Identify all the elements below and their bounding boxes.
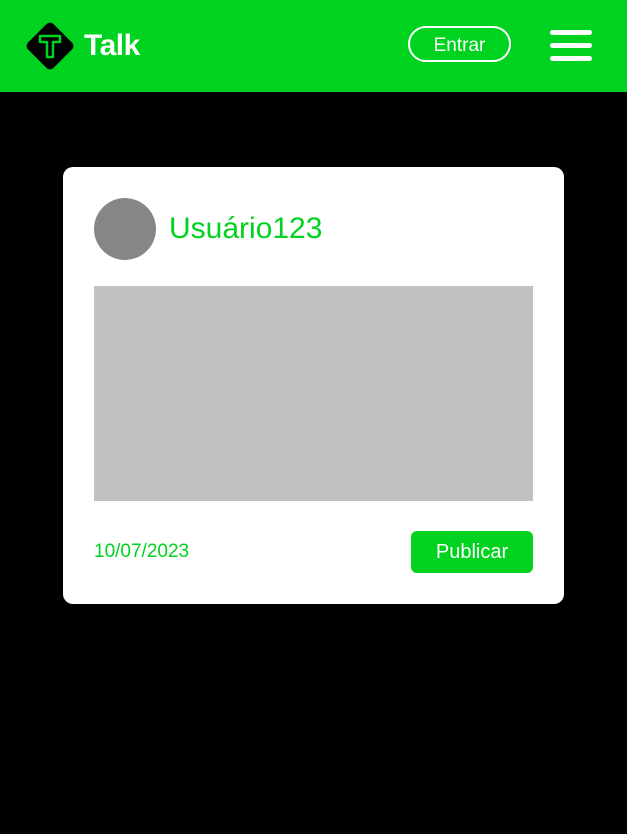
login-button[interactable]: Entrar bbox=[408, 26, 511, 62]
menu-bar-bottom bbox=[550, 56, 592, 61]
publish-button[interactable]: Publicar bbox=[411, 531, 533, 573]
menu-bar-middle bbox=[550, 43, 592, 48]
post-image-placeholder bbox=[94, 286, 533, 501]
logo-icon[interactable]: T bbox=[24, 20, 76, 72]
brand-name: Talk bbox=[84, 29, 140, 62]
hamburger-menu-icon[interactable] bbox=[548, 28, 594, 64]
menu-bar-top bbox=[550, 30, 592, 35]
post-date: 10/07/2023 bbox=[94, 541, 190, 562]
app-header: T Talk Entrar bbox=[0, 0, 627, 92]
username[interactable]: Usuário123 bbox=[169, 211, 322, 247]
post-card: Usuário123 10/07/2023 Publicar bbox=[63, 167, 564, 604]
avatar[interactable] bbox=[94, 198, 156, 260]
